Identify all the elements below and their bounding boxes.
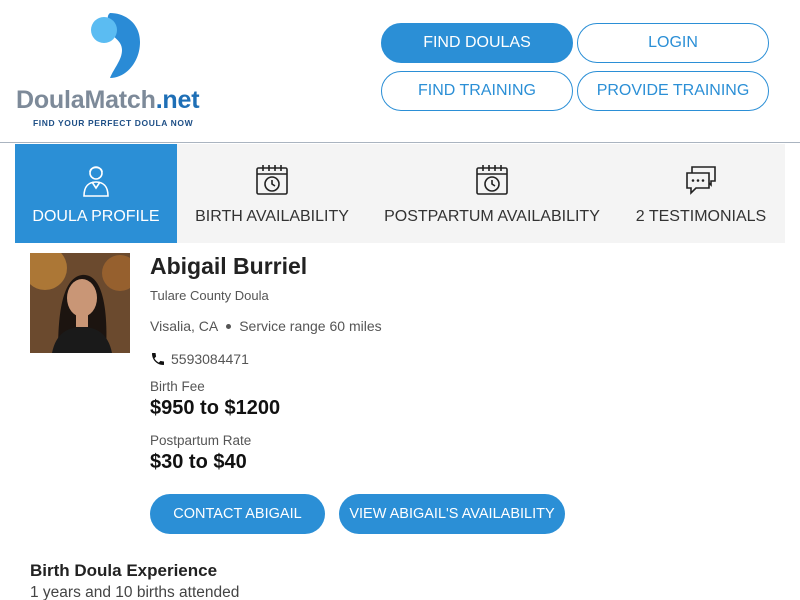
tab-label: DOULA PROFILE <box>32 208 160 225</box>
tab-testimonials[interactable]: 2 TESTIMONIALS <box>617 144 785 243</box>
find-doulas-button[interactable]: FIND DOULAS <box>381 23 573 63</box>
login-button[interactable]: LOGIN <box>577 23 769 63</box>
birth-fee-value: $950 to $1200 <box>150 397 281 419</box>
tab-birth-availability[interactable]: BIRTH AVAILABILITY <box>177 144 367 243</box>
tab-label: BIRTH AVAILABILITY <box>195 208 349 225</box>
location: Visalia, CA <box>150 318 219 334</box>
phone-icon <box>150 351 166 367</box>
tab-label: 2 TESTIMONIALS <box>635 208 767 225</box>
birth-fee-label: Birth Fee <box>150 379 205 394</box>
tab-postpartum-availability[interactable]: POSTPARTUM AVAILABILITY <box>367 144 617 243</box>
logo-name-suffix: .net <box>155 86 200 114</box>
phone-number[interactable]: 5593084471 <box>171 351 249 367</box>
experience-text: 1 years and 10 births attended <box>30 584 240 600</box>
chat-bubbles-icon <box>684 162 718 198</box>
calendar-clock-icon <box>255 162 289 198</box>
contact-button[interactable]: CONTACT ABIGAIL <box>150 494 325 534</box>
logo-wordmark[interactable]: DoulaMatch.net <box>16 86 200 115</box>
tab-label: POSTPARTUM AVAILABILITY <box>384 208 600 225</box>
experience-title: Birth Doula Experience <box>30 561 218 580</box>
profile-tabs: DOULA PROFILE BIRTH AVAILABILITY POSTPAR… <box>15 144 785 243</box>
location-row: Visalia, CA Service range 60 miles <box>150 318 382 334</box>
person-icon <box>79 162 113 198</box>
service-range: Service range 60 miles <box>239 318 382 334</box>
logo-icon[interactable] <box>88 12 144 80</box>
postpartum-rate-value: $30 to $40 <box>150 451 247 473</box>
separator-dot <box>226 323 232 329</box>
doula-name: Abigail Burriel <box>150 253 308 279</box>
profile-photo <box>30 253 130 353</box>
phone-row[interactable]: 5593084471 <box>150 351 249 367</box>
find-training-button[interactable]: FIND TRAINING <box>381 71 573 111</box>
calendar-clock-icon <box>475 162 509 198</box>
postpartum-rate-label: Postpartum Rate <box>150 433 252 448</box>
logo-name-main: DoulaMatch <box>16 86 156 114</box>
provide-training-button[interactable]: PROVIDE TRAINING <box>577 71 769 111</box>
doula-subtitle: Tulare County Doula <box>150 288 269 303</box>
tab-doula-profile[interactable]: DOULA PROFILE <box>15 144 177 243</box>
view-availability-button[interactable]: VIEW ABIGAIL'S AVAILABILITY <box>339 494 565 534</box>
site-header: DoulaMatch.net FIND YOUR PERFECT DOULA N… <box>0 0 800 143</box>
logo-tagline: FIND YOUR PERFECT DOULA NOW <box>33 118 194 128</box>
